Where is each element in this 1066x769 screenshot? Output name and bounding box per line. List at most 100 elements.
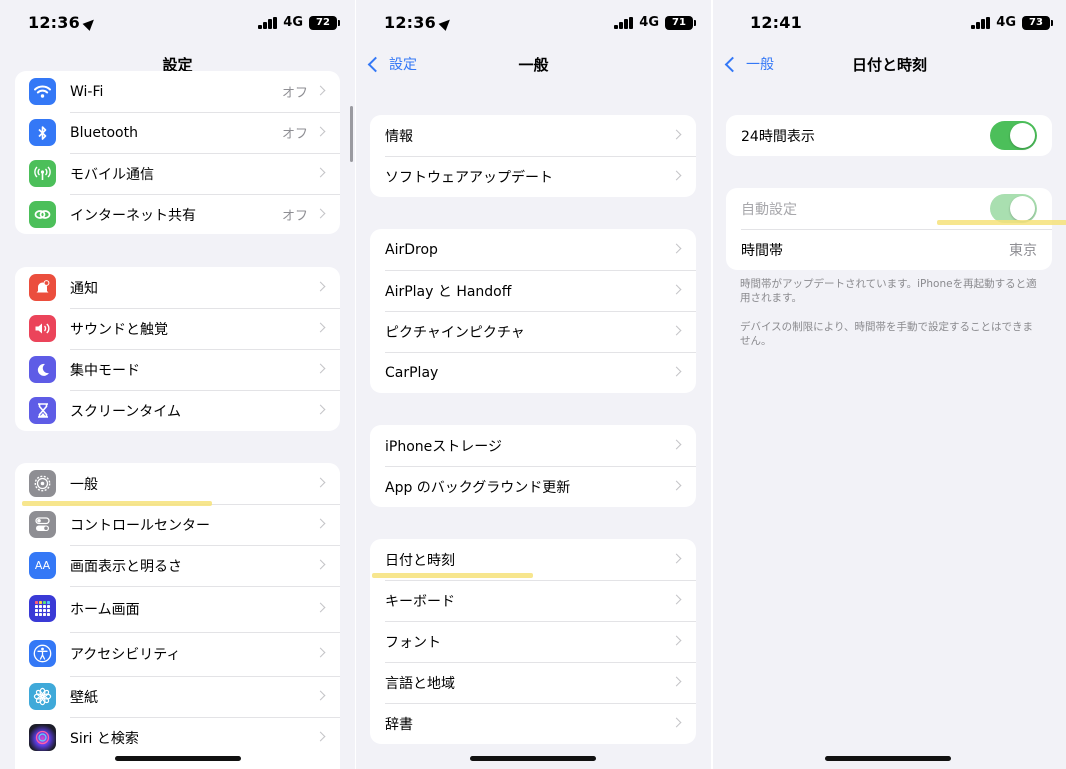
settings-item-general[interactable]: 一般	[15, 463, 340, 504]
general-item-label: AirPlay と Handoff	[385, 283, 512, 300]
settings-item-screen-time[interactable]: スクリーンタイム	[15, 390, 340, 431]
chevron-right-icon	[315, 281, 326, 292]
chevron-right-icon	[671, 366, 682, 377]
chevron-right-icon	[315, 731, 326, 742]
general-item-storage[interactable]: iPhoneストレージ	[370, 425, 696, 466]
settings-item-label: ホーム画面	[70, 602, 140, 618]
home-indicator	[115, 756, 241, 761]
highlight-marker	[937, 220, 1066, 225]
general-item-dictionary[interactable]: 辞書	[370, 703, 696, 744]
battery-icon: 72	[309, 16, 340, 30]
settings-item-control-center[interactable]: コントロールセンター	[15, 504, 340, 545]
general-item-airplay[interactable]: AirPlay と Handoff	[370, 270, 696, 311]
settings-item-value: オフ	[281, 209, 308, 224]
restriction-note: デバイスの制限により、時間帯を手動で設定することはできません。	[740, 321, 1034, 347]
hour24-row: 24時間表示	[726, 115, 1052, 156]
auto-setting-group: 自動設定 時間帯 東京	[726, 188, 1052, 270]
settings-item-label: 壁紙	[70, 689, 98, 706]
settings-item-notifications[interactable]: 通知	[15, 267, 340, 308]
timezone-label: 時間帯	[741, 242, 783, 259]
settings-item-hotspot[interactable]: インターネット共有 オフ	[15, 194, 340, 234]
cellular-signal-icon	[971, 17, 990, 29]
status-time: 12:36	[384, 13, 454, 32]
chevron-right-icon	[315, 322, 326, 333]
chevron-right-icon	[671, 129, 682, 140]
network-type: 4G	[996, 15, 1016, 30]
settings-item-label: 集中モード	[70, 362, 140, 379]
settings-item-accessibility[interactable]: アクセシビリティ	[15, 632, 340, 676]
settings-item-wallpaper[interactable]: 壁紙	[15, 676, 340, 717]
cellular-signal-icon	[258, 17, 277, 29]
moon-icon	[29, 356, 56, 383]
auto-setting-label: 自動設定	[741, 201, 797, 218]
general-item-label: AirDrop	[385, 241, 438, 258]
chevron-right-icon	[315, 167, 326, 178]
settings-item-label: スクリーンタイム	[70, 403, 182, 420]
network-type: 4G	[283, 15, 303, 30]
highlight-marker	[372, 573, 533, 578]
home-indicator	[825, 756, 951, 761]
hour24-toggle[interactable]	[990, 121, 1037, 150]
chevron-right-icon	[671, 717, 682, 728]
settings-screen: 12:36 4G 72 設定 Wi-Fi オフ Bluetooth オフ モバイ…	[0, 0, 355, 769]
network-type: 4G	[639, 15, 659, 30]
chevron-right-icon	[315, 404, 326, 415]
settings-item-wifi[interactable]: Wi-Fi オフ	[15, 71, 340, 112]
flower-icon	[29, 683, 56, 710]
accessibility-icon	[29, 640, 56, 667]
general-item-language-region[interactable]: 言語と地域	[370, 662, 696, 703]
timezone-row[interactable]: 時間帯 東京	[726, 229, 1052, 270]
chevron-right-icon	[315, 363, 326, 374]
settings-item-label: Wi-Fi	[70, 83, 104, 100]
general-item-software-update[interactable]: ソフトウェアアップデート	[370, 156, 696, 197]
gear-icon	[29, 470, 56, 497]
general-item-pip[interactable]: ピクチャインピクチャ	[370, 311, 696, 352]
chevron-right-icon	[671, 676, 682, 687]
settings-item-label: コントロールセンター	[70, 517, 210, 534]
general-item-carplay[interactable]: CarPlay	[370, 352, 696, 393]
timezone-update-note: 時間帯がアップデートされています。iPhoneを再起動すると適用されます。	[740, 278, 1037, 304]
status-bar: 12:36 4G 72	[0, 0, 355, 46]
status-bar: 12:41 4G 73	[713, 0, 1066, 46]
chevron-right-icon	[315, 208, 326, 219]
settings-item-home-screen[interactable]: ホーム画面	[15, 586, 340, 632]
chevron-right-icon	[315, 559, 326, 570]
storage-group: iPhoneストレージ App のバックグラウンド更新	[370, 425, 696, 507]
general-item-label: 情報	[385, 128, 413, 145]
settings-item-label: 一般	[70, 476, 98, 493]
chevron-right-icon	[315, 602, 326, 613]
about-group: 情報 ソフトウェアアップデート	[370, 115, 696, 197]
settings-item-display[interactable]: AA 画面表示と明るさ	[15, 545, 340, 586]
battery-icon: 71	[665, 16, 696, 30]
general-item-about[interactable]: 情報	[370, 115, 696, 156]
chevron-right-icon	[315, 85, 326, 96]
page-title: 日付と時刻	[851, 56, 927, 74]
chevron-right-icon	[315, 690, 326, 701]
general-item-label: ピクチャインピクチャ	[385, 324, 525, 341]
scrollbar[interactable]	[350, 106, 353, 162]
chevron-right-icon	[671, 284, 682, 295]
settings-item-mobile[interactable]: モバイル通信	[15, 153, 340, 194]
general-item-background-refresh[interactable]: App のバックグラウンド更新	[370, 466, 696, 507]
settings-item-sounds[interactable]: サウンドと触覚	[15, 308, 340, 349]
auto-setting-toggle	[990, 194, 1037, 223]
chevron-right-icon	[671, 439, 682, 450]
general-item-keyboard[interactable]: キーボード	[370, 580, 696, 621]
text-size-icon: AA	[29, 552, 56, 579]
settings-item-label: 画面表示と明るさ	[70, 558, 182, 575]
bluetooth-icon	[29, 119, 56, 146]
settings-item-focus[interactable]: 集中モード	[15, 349, 340, 390]
chevron-right-icon	[671, 325, 682, 336]
settings-item-bluetooth[interactable]: Bluetooth オフ	[15, 112, 340, 153]
airdrop-group: AirDrop AirPlay と Handoff ピクチャインピクチャ Car…	[370, 229, 696, 393]
general-item-airdrop[interactable]: AirDrop	[370, 229, 696, 270]
chevron-right-icon	[671, 170, 682, 181]
general-item-label: 言語と地域	[385, 675, 455, 692]
general-item-label: CarPlay	[385, 364, 439, 381]
wifi-icon	[29, 78, 56, 105]
settings-item-siri[interactable]: Siri と検索	[15, 717, 340, 758]
settings-item-label: モバイル通信	[70, 166, 154, 183]
general-item-fonts[interactable]: フォント	[370, 621, 696, 662]
chevron-right-icon	[671, 480, 682, 491]
highlight-marker	[22, 501, 212, 506]
